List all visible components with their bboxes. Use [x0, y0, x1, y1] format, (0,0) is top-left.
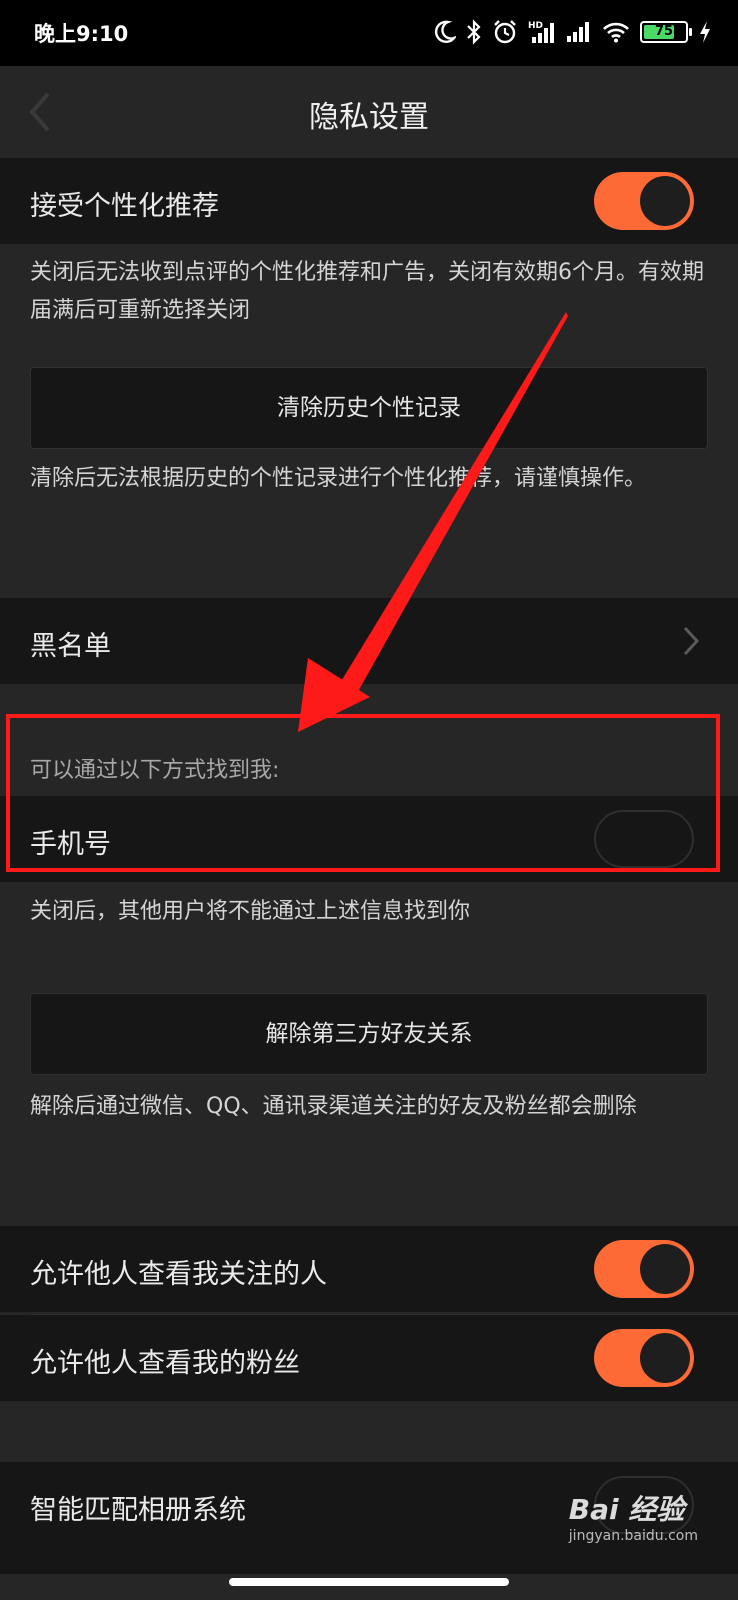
svg-text:HD: HD — [528, 21, 543, 31]
following-visibility-toggle[interactable] — [594, 1240, 694, 1298]
bluetooth-icon — [467, 19, 481, 45]
watermark-text: Bai 经验 — [568, 1493, 685, 1526]
page-header: 隐私设置 — [0, 66, 738, 158]
following-visibility-row[interactable]: 允许他人查看我关注的人 — [0, 1226, 738, 1312]
blacklist-label: 黑名单 — [30, 631, 111, 662]
toggle-knob — [640, 1244, 690, 1294]
clear-history-note: 清除后无法根据历史的个性记录进行个性化推荐，请谨慎操作。 — [30, 466, 647, 491]
status-time: 晚上9:10 — [34, 22, 129, 46]
following-visibility-label: 允许他人查看我关注的人 — [30, 1259, 327, 1290]
unbind-third-party-button[interactable]: 解除第三方好友关系 — [30, 993, 708, 1075]
watermark-url: jingyan.baidu.com — [568, 1528, 698, 1544]
battery-level: 75 — [654, 24, 674, 39]
find-me-note: 关闭后，其他用户将不能通过上述信息找到你 — [30, 899, 471, 924]
alarm-icon — [494, 20, 516, 44]
page-title: 隐私设置 — [309, 100, 429, 135]
clear-history-button[interactable]: 清除历史个性记录 — [30, 367, 708, 449]
album-match-label: 智能匹配相册系统 — [30, 1495, 246, 1526]
charging-icon — [700, 21, 710, 43]
annotation-box — [6, 714, 720, 872]
fans-visibility-row[interactable]: 允许他人查看我的粉丝 — [0, 1315, 738, 1401]
fans-visibility-toggle[interactable] — [594, 1329, 694, 1387]
toggle-knob — [640, 176, 690, 226]
blacklist-row[interactable]: 黑名单 — [0, 598, 738, 684]
personalized-label: 接受个性化推荐 — [30, 191, 219, 222]
third-party-note: 解除后通过微信、QQ、通讯录渠道关注的好友及粉丝都会删除 — [30, 1094, 637, 1119]
personalized-note: 关闭后无法收到点评的个性化推荐和广告，关闭有效期6个月。有效期届满后可重新选择关… — [30, 260, 704, 323]
status-icons: HD 75 — [434, 18, 712, 46]
fans-visibility-label: 允许他人查看我的粉丝 — [30, 1348, 300, 1379]
home-indicator[interactable] — [229, 1578, 509, 1586]
battery-icon: 75 — [640, 21, 692, 43]
personalized-row[interactable]: 接受个性化推荐 — [0, 158, 738, 244]
signal-icon — [567, 22, 589, 42]
moon-icon — [434, 20, 456, 43]
toggle-knob — [640, 1333, 690, 1383]
chevron-right-icon — [683, 626, 700, 656]
hd-signal-icon: HD — [528, 21, 554, 43]
watermark: Bai 经验 jingyan.baidu.com — [569, 1488, 698, 1544]
status-bar: 晚上9:10 HD 75 — [0, 0, 738, 66]
personalized-toggle[interactable] — [594, 172, 694, 230]
wifi-icon — [603, 22, 629, 43]
